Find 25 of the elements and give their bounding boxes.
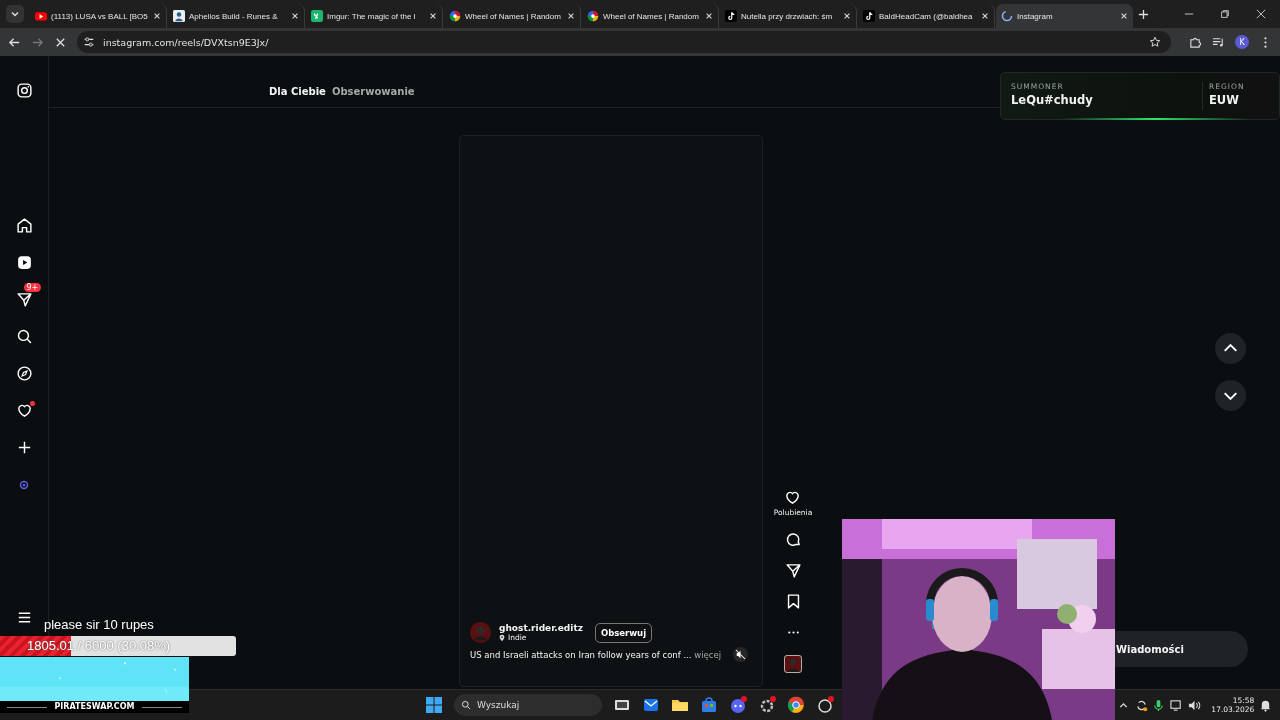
feed-tab[interactable]: Obserwowanie (331, 86, 415, 107)
notification-badge: 9+ (23, 283, 42, 292)
url-text: instagram.com/reels/DVXtsn9E3Jx/ (103, 36, 269, 48)
taskbar-search-field[interactable]: Wyszukaj (454, 694, 602, 716)
tab-title: Wheel of Names | Random (603, 11, 700, 21)
tab-title: Wheel of Names | Random (465, 11, 562, 21)
messages-button[interactable]: Wiadomości (1115, 631, 1248, 667)
reel-caption: US and Israeli attacks on Iran follow years of conf ... więcej (470, 649, 722, 660)
tab-title: (1113) LUSA vs BALL [BO5 (51, 11, 149, 21)
profile-button[interactable]: K (1235, 35, 1249, 49)
ad-caption: PIRATESWAP.COM (54, 703, 135, 712)
more-link[interactable]: więcej (694, 649, 722, 660)
browser-tab[interactable]: Instagram (996, 4, 1133, 28)
feed-tab[interactable]: Dla Ciebie (269, 86, 326, 107)
username-link[interactable]: ghost.rider.editz (499, 623, 583, 633)
tab-title: Instagram (1017, 11, 1054, 21)
tab-title: BaldHeadCam (@baldhea (879, 11, 974, 21)
summoner-name: LeQu#chudy (1011, 93, 1094, 107)
tab-title: Nutella przy drzwiach: śm (741, 11, 834, 21)
region-value: EUW (1209, 93, 1240, 107)
follow-button[interactable]: Obserwuj (594, 622, 653, 643)
tab-title: Aphelios Build - Runes & (189, 11, 279, 21)
tab-title: Imgur: The magic of the I (327, 11, 417, 21)
address-bar[interactable]: instagram.com/reels/DVXtsn9E3Jx/ (77, 31, 1171, 53)
donation-message: please sir 10 rupes (44, 617, 154, 632)
